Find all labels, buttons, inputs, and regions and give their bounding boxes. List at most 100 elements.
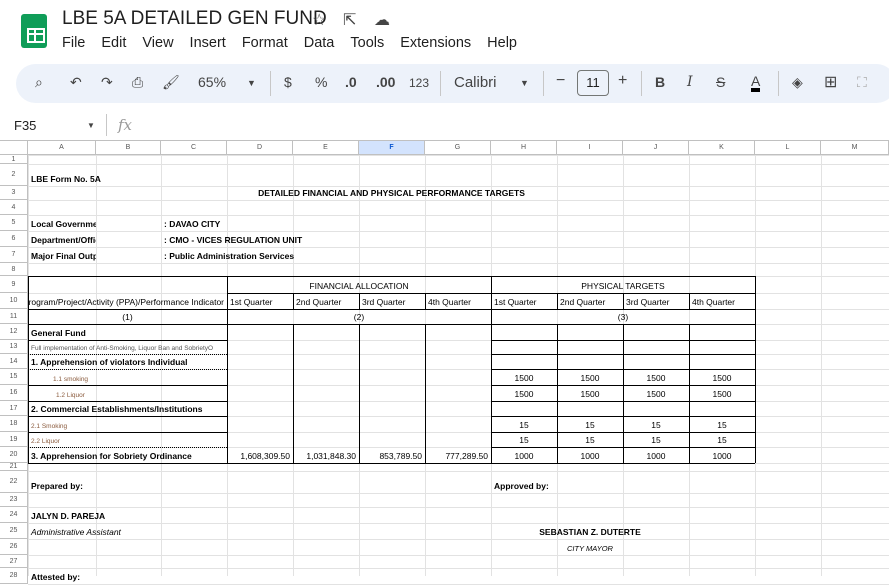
cell-a6[interactable]: Department/Office [28, 231, 96, 247]
menu-format[interactable]: Format [242, 35, 288, 51]
column-header-j[interactable]: J [623, 140, 689, 155]
row-header-20[interactable]: 20 [0, 447, 28, 463]
row-header-27[interactable]: 27 [0, 555, 28, 568]
cell-i16[interactable]: 1500 [557, 385, 623, 401]
column-header-a[interactable]: A [28, 140, 96, 155]
cell-a25[interactable]: Administrative Assistant [28, 523, 889, 539]
row-header-11[interactable]: 11 [0, 309, 28, 324]
increase-font-size-button[interactable]: + [618, 72, 627, 90]
row-header-9[interactable]: 9 [0, 276, 28, 293]
row-header-12[interactable]: 12 [0, 324, 28, 340]
text-color-button[interactable]: A [751, 74, 761, 92]
decrease-decimal-button[interactable]: .0 [345, 74, 357, 90]
row-header-2[interactable]: 2 [0, 164, 28, 186]
italic-button[interactable]: I [687, 74, 693, 90]
cell-h11[interactable]: (3) [491, 309, 755, 324]
cell-d9[interactable]: FINANCIAL ALLOCATION [227, 276, 491, 293]
cell-a20[interactable]: 3. Apprehension for Sobriety Ordinance [28, 447, 227, 463]
cell-h9[interactable]: PHYSICAL TARGETS [491, 276, 755, 293]
column-header-l[interactable]: L [755, 140, 821, 155]
cell-h16[interactable]: 1500 [491, 385, 557, 401]
borders-icon[interactable]: ⊞ [824, 72, 837, 92]
column-header-k[interactable]: K [689, 140, 755, 155]
paint-format-icon[interactable]: 🖌 [162, 74, 180, 91]
cell-c7[interactable]: : Public Administration Services [161, 247, 889, 263]
cell-j18[interactable]: 15 [623, 416, 689, 432]
cell-a16[interactable]: 1.2 Liquor [28, 385, 227, 401]
cell-a18[interactable]: 2.1 Smoking [28, 416, 227, 432]
row-header-24[interactable]: 24 [0, 507, 28, 523]
row-header-17[interactable]: 17 [0, 401, 28, 416]
strikethrough-icon[interactable]: S [716, 74, 725, 90]
cell-a17[interactable]: 2. Commercial Establishments/Institution… [28, 401, 227, 416]
number-format-button[interactable]: 123 [409, 76, 429, 90]
row-header-28[interactable]: 28 [0, 568, 28, 584]
column-header-i[interactable]: I [557, 140, 623, 155]
name-box[interactable]: F35 [14, 118, 36, 133]
cell-c5[interactable]: : DAVAO CITY [161, 215, 889, 231]
cell-d11[interactable]: (2) [227, 309, 491, 324]
column-header-h[interactable]: H [491, 140, 557, 155]
menu-view[interactable]: View [142, 35, 173, 51]
menu-file[interactable]: File [62, 35, 85, 51]
cell-j20[interactable]: 1000 [623, 447, 689, 463]
cell-a11[interactable]: (1) [28, 309, 227, 324]
undo-icon[interactable]: ↶ [70, 74, 82, 91]
cloud-status-icon[interactable]: ☁ [374, 10, 390, 30]
font-select[interactable]: Calibri [454, 74, 497, 91]
cell-j15[interactable]: 1500 [623, 369, 689, 385]
menu-insert[interactable]: Insert [190, 35, 226, 51]
row-header-3[interactable]: 3 [0, 186, 28, 200]
cell-f10[interactable]: 3rd Quarter [359, 293, 425, 309]
cell-a12[interactable]: General Fund [28, 324, 889, 340]
currency-button[interactable]: $ [284, 74, 292, 90]
cell-a10[interactable]: Program/Project/Activity (PPA)/Performan… [28, 293, 227, 309]
cell-c6[interactable]: : CMO - VICES REGULATION UNIT [161, 231, 889, 247]
cell-h19[interactable]: 15 [491, 432, 557, 447]
cell-k19[interactable]: 15 [689, 432, 755, 447]
row-header-25[interactable]: 25 [0, 523, 28, 539]
bold-button[interactable]: B [655, 74, 665, 90]
cell-k10[interactable]: 4th Quarter [689, 293, 755, 309]
print-icon[interactable]: ⎙ [132, 74, 143, 91]
row-header-6[interactable]: 6 [0, 231, 28, 247]
cell-g10[interactable]: 4th Quarter [425, 293, 491, 309]
cell-h10[interactable]: 1st Quarter [491, 293, 557, 309]
chevron-down-icon[interactable]: ▼ [87, 121, 95, 130]
cell-j19[interactable]: 15 [623, 432, 689, 447]
cell-d20[interactable]: 1,608,309.50 [227, 447, 293, 463]
column-header-b[interactable]: B [96, 140, 161, 155]
menu-extensions[interactable]: Extensions [400, 35, 471, 51]
cell-a24[interactable]: JALYN D. PAREJA [28, 507, 889, 523]
row-header-22[interactable]: 22 [0, 471, 28, 493]
row-header-13[interactable]: 13 [0, 340, 28, 354]
cell-a2[interactable]: LBE Form No. 5A [28, 164, 889, 186]
cell-i18[interactable]: 15 [557, 416, 623, 432]
cell-a15[interactable]: 1.1 smoking [28, 369, 227, 385]
row-header-23[interactable]: 23 [0, 493, 28, 507]
row-header-8[interactable]: 8 [0, 263, 28, 276]
cell-j10[interactable]: 3rd Quarter [623, 293, 689, 309]
column-header-d[interactable]: D [227, 140, 293, 155]
move-folder-icon[interactable]: ⇱ [343, 10, 356, 30]
row-header-10[interactable]: 10 [0, 293, 28, 309]
row-header-1[interactable]: 1 [0, 155, 28, 164]
cell-k15[interactable]: 1500 [689, 369, 755, 385]
fill-color-icon[interactable]: ◈ [792, 74, 803, 91]
cell-a3[interactable]: DETAILED FINANCIAL AND PHYSICAL PERFORMA… [28, 186, 755, 200]
merge-cells-icon[interactable]: ⛶ [857, 74, 867, 91]
cell-k18[interactable]: 15 [689, 416, 755, 432]
cell-h26[interactable]: CITY MAYOR [491, 539, 689, 555]
redo-icon[interactable]: ↷ [101, 74, 113, 91]
cell-a19[interactable]: 2.2 Liquor [28, 432, 227, 447]
cell-j16[interactable]: 1500 [623, 385, 689, 401]
menu-tools[interactable]: Tools [350, 35, 384, 51]
row-header-5[interactable]: 5 [0, 215, 28, 231]
column-header-m[interactable]: M [821, 140, 889, 155]
cell-h22[interactable]: Approved by: [491, 471, 889, 493]
column-header-c[interactable]: C [161, 140, 227, 155]
row-header-15[interactable]: 15 [0, 369, 28, 385]
cell-a13[interactable]: Full implementation of Anti-Smoking, Liq… [28, 340, 227, 354]
font-size-input[interactable]: 11 [577, 70, 609, 96]
document-title[interactable]: LBE 5A DETAILED GEN FUND [62, 8, 327, 30]
